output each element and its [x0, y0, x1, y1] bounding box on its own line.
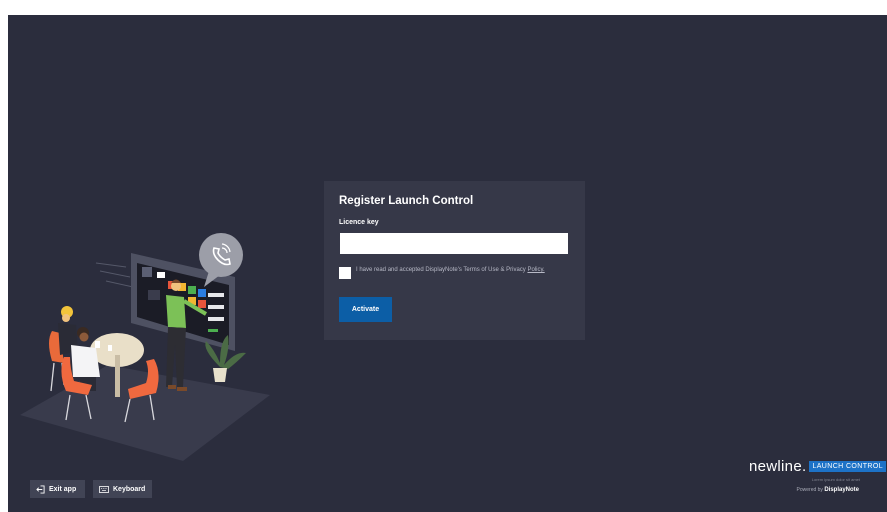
keyboard-icon: [99, 485, 109, 493]
displaynote-logo-text: DisplayNote: [824, 487, 859, 493]
register-card: Register Launch Control Licence key I ha…: [324, 181, 585, 340]
terms-text: I have read and accepted DisplayNote's T…: [356, 267, 561, 275]
powered-by: Powered by DisplayNote: [749, 487, 886, 493]
powered-by-prefix: Powered by: [796, 487, 823, 493]
app-screen: Register Launch Control Licence key I ha…: [8, 15, 887, 512]
exit-app-label: Exit app: [49, 485, 77, 493]
licence-key-input[interactable]: [340, 233, 568, 254]
privacy-policy-link[interactable]: Policy.: [527, 267, 544, 273]
activate-button[interactable]: Activate: [339, 297, 392, 322]
meeting-room-illustration: [20, 233, 270, 461]
launch-control-badge: LAUNCH CONTROL: [809, 461, 886, 472]
brand-logo: newline. LAUNCH CONTROL Lorem ipsum dolo…: [749, 458, 886, 493]
keyboard-label: Keyboard: [113, 485, 146, 493]
terms-label: I have read and accepted DisplayNote's T…: [356, 267, 526, 273]
keyboard-button[interactable]: Keyboard: [93, 480, 152, 498]
licence-key-label: Licence key: [339, 219, 379, 226]
terms-checkbox[interactable]: [339, 267, 351, 279]
newline-logo-text: newline.: [749, 458, 807, 475]
exit-app-button[interactable]: Exit app: [30, 480, 85, 498]
exit-icon: [36, 484, 45, 494]
card-title: Register Launch Control: [339, 195, 474, 207]
brand-tagline: Lorem ipsum dolor sit amet: [811, 477, 860, 482]
